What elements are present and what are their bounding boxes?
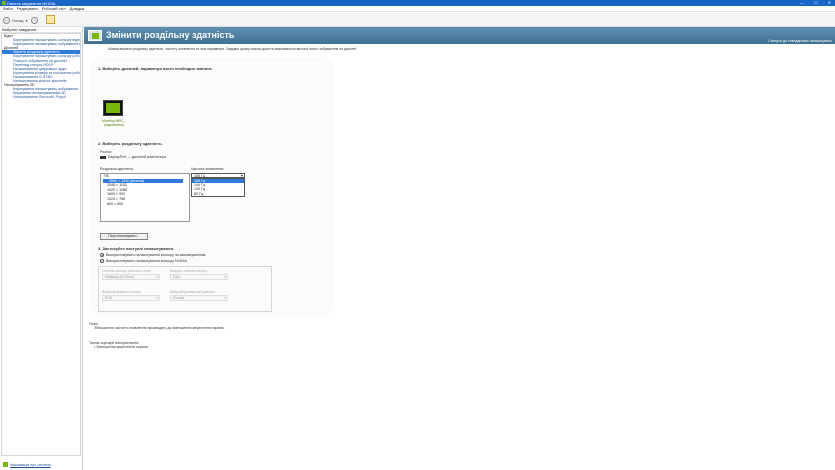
toolbar: ← Назад ▾ → (0, 13, 835, 27)
task-tree: Відео Коригування налаштувань кольору від… (1, 33, 81, 456)
menu-desktop[interactable]: Робочий стіл (42, 6, 66, 11)
display-settings-icon (88, 30, 102, 41)
system-info-label: Інформація про систему (10, 462, 51, 467)
forward-button[interactable]: → (31, 16, 38, 24)
sidebar: Вибрати завдання... Відео Коригування нал… (0, 27, 83, 470)
tree-item[interactable]: Налаштування Surround, PhysX (2, 95, 80, 99)
description-text: Збільшення частоти оновлення призводить … (94, 326, 225, 330)
page-description: Можна вказати роздільну здатність, часто… (108, 47, 358, 51)
tree-item[interactable]: Коригування налаштувань кольору робочого… (2, 54, 80, 58)
refresh-rate-label: Частота оновлення: (191, 167, 225, 171)
radio-selected-icon (100, 253, 104, 257)
menu-bar: Файл Редагувати Робочий стіл Довідка (0, 6, 835, 12)
step2-heading: 2. Виберіть роздільну здатність. (98, 141, 163, 146)
forward-arrow-icon: → (31, 16, 38, 24)
back-button[interactable]: ← Назад ▾ (3, 16, 27, 24)
step1-heading: 1. Виберіть дисплей, параметри якого нео… (98, 66, 213, 71)
info-icon (3, 462, 8, 467)
page-content: Можна вказати роздільну здатність, часто… (84, 44, 835, 470)
usage-item: • Зменшення мерехтіння екрана (94, 345, 148, 349)
page-title: Змінити роздільну здатність (106, 30, 235, 40)
system-info-link[interactable]: Інформація про систему (3, 462, 51, 467)
chevron-down-icon[interactable]: ▾ (25, 18, 27, 23)
nvidia-color-radio[interactable]: Використовувати налаштування кольору NVI… (100, 259, 187, 263)
nvidia-logo-icon (2, 1, 6, 5)
home-button[interactable] (46, 14, 55, 24)
window-title: Панель керування NVIDIA (7, 0, 56, 6)
menu-edit[interactable]: Редагувати (17, 6, 38, 11)
restore-defaults-link[interactable]: Скинути до стандартних налаштувань (768, 39, 832, 43)
output-depth-select[interactable]: 8 bpc (170, 274, 228, 280)
output-format-select[interactable]: RGB (102, 295, 160, 301)
menu-file[interactable]: Файл (3, 6, 13, 11)
menu-help[interactable]: Довідка (70, 6, 84, 11)
connection-value: DisplayPort — дисплей комп'ютера (108, 155, 166, 159)
back-label: Назад (12, 17, 24, 23)
monitor-icon[interactable] (103, 100, 123, 116)
home-icon (46, 14, 55, 24)
step3-heading: 3. Застосуйте наступні налаштування. (98, 246, 175, 251)
page-banner: Змінити роздільну здатність Скинути до с… (84, 27, 835, 44)
resolution-label: Роздільна здатність: (100, 167, 134, 171)
desktop-depth-select[interactable]: Найвища (32-бітна) (102, 274, 160, 280)
refresh-rate-option[interactable]: 60 Гц (192, 192, 244, 196)
dynamic-range-select[interactable]: Повний (170, 295, 228, 301)
output-format-label: Вихідний формат кольору: (102, 290, 142, 294)
connection-label: Роз'єм: (100, 150, 112, 154)
dynamic-range-label: Вихідний динамічний діапазон: (170, 290, 216, 294)
displayport-icon (100, 156, 106, 159)
refresh-rate-dropdown: 165 Гц 144 Гц 120 Гц 60 Гц (191, 178, 245, 197)
resolution-list[interactable]: ПК 2560 × 1440 (власна) 2048 × 1152 1920 ×… (100, 173, 190, 222)
radio-icon (100, 259, 104, 263)
output-depth-label: Вихідна глибина кольору: (170, 269, 208, 273)
customize-button[interactable]: Персоналізувати... (100, 233, 148, 240)
back-arrow-icon: ← (3, 16, 10, 24)
resolution-option[interactable]: 800 × 600 (101, 202, 189, 207)
monitor-label[interactable]: Монітор МРС... (підключено) (99, 119, 129, 128)
main-panel: Змінити роздільну здатність Скинути до с… (84, 27, 835, 470)
default-color-label: Використовувати налаштування кольору за … (106, 253, 206, 257)
default-color-radio[interactable]: Використовувати налаштування кольору за … (100, 253, 205, 257)
desktop-depth-label: Глибина кольору робочого столу: (102, 269, 152, 273)
nvidia-color-label: Використовувати налаштування кольору NVI… (106, 259, 187, 263)
